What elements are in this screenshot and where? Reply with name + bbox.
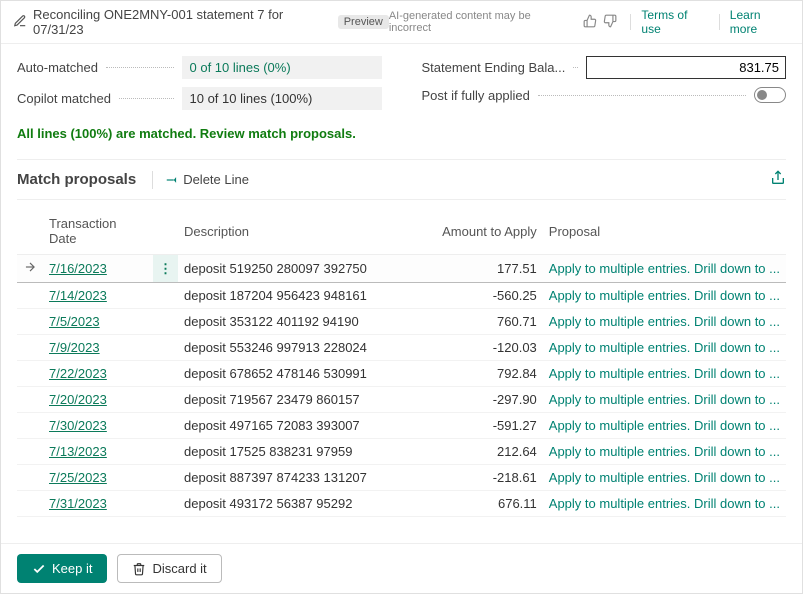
thumbs-down-icon[interactable] xyxy=(603,14,617,31)
share-icon[interactable] xyxy=(770,170,786,189)
check-icon xyxy=(32,562,46,576)
table-row[interactable]: 7/31/2023 deposit 493172 56387 95292676.1… xyxy=(17,491,786,517)
transaction-date-link[interactable]: 7/16/2023 xyxy=(49,261,107,276)
titlebar: Reconciling ONE2MNY-001 statement 7 for … xyxy=(1,1,802,44)
amount-cell: 212.64 xyxy=(423,439,543,465)
transaction-date-link[interactable]: 7/13/2023 xyxy=(49,444,107,459)
col-date[interactable]: Transaction Date xyxy=(43,208,153,255)
delete-line-icon xyxy=(165,173,179,187)
post-toggle[interactable] xyxy=(754,87,786,103)
transaction-date-link[interactable]: 7/30/2023 xyxy=(49,418,107,433)
amount-cell: -218.61 xyxy=(423,465,543,491)
transaction-date-link[interactable]: 7/5/2023 xyxy=(49,314,100,329)
learn-more-link[interactable]: Learn more xyxy=(730,8,790,36)
description-cell: deposit 553246 997913 228024 xyxy=(178,335,423,361)
proposal-link[interactable]: Apply to multiple entries. Drill down to… xyxy=(543,335,786,361)
proposal-link[interactable]: Apply to multiple entries. Drill down to… xyxy=(543,465,786,491)
pencil-icon xyxy=(13,14,27,31)
copilot-matched-value: 10 of 10 lines (100%) xyxy=(182,87,382,110)
auto-matched-value: 0 of 10 lines (0%) xyxy=(182,56,382,79)
transaction-date-link[interactable]: 7/22/2023 xyxy=(49,366,107,381)
window: Reconciling ONE2MNY-001 statement 7 for … xyxy=(0,0,803,594)
auto-matched-label: Auto-matched xyxy=(17,60,98,75)
proposal-link[interactable]: Apply to multiple entries. Drill down to… xyxy=(543,387,786,413)
section-header: Match proposals Delete Line xyxy=(17,159,786,200)
keep-label: Keep it xyxy=(52,561,92,576)
discard-label: Discard it xyxy=(152,561,206,576)
description-cell: deposit 719567 23479 860157 xyxy=(178,387,423,413)
transaction-date-link[interactable]: 7/20/2023 xyxy=(49,392,107,407)
thumbs-up-icon[interactable] xyxy=(583,14,597,31)
proposal-link[interactable]: Apply to multiple entries. Drill down to… xyxy=(543,255,786,283)
amount-cell: -591.27 xyxy=(423,413,543,439)
transaction-date-link[interactable]: 7/9/2023 xyxy=(49,340,100,355)
table-row[interactable]: 7/9/2023 deposit 553246 997913 228024-120… xyxy=(17,335,786,361)
description-cell: deposit 887397 874233 131207 xyxy=(178,465,423,491)
proposal-link[interactable]: Apply to multiple entries. Drill down to… xyxy=(543,439,786,465)
preview-badge: Preview xyxy=(338,15,389,29)
table-row[interactable]: 7/14/2023 deposit 187204 956423 948161-56… xyxy=(17,283,786,309)
amount-cell: -560.25 xyxy=(423,283,543,309)
copilot-matched-label: Copilot matched xyxy=(17,91,111,106)
amount-cell: 177.51 xyxy=(423,255,543,283)
amount-cell: -297.90 xyxy=(423,387,543,413)
proposal-link[interactable]: Apply to multiple entries. Drill down to… xyxy=(543,413,786,439)
table-row[interactable]: 7/20/2023 deposit 719567 23479 860157-297… xyxy=(17,387,786,413)
table: Transaction Date Description Amount to A… xyxy=(17,208,786,535)
footer: Keep it Discard it xyxy=(1,543,802,593)
col-proposal[interactable]: Proposal xyxy=(543,208,786,255)
description-cell: deposit 187204 956423 948161 xyxy=(178,283,423,309)
proposal-link[interactable]: Apply to multiple entries. Drill down to… xyxy=(543,361,786,387)
amount-cell: -120.03 xyxy=(423,335,543,361)
amount-cell: 760.71 xyxy=(423,309,543,335)
description-cell: deposit 493172 56387 95292 xyxy=(178,491,423,517)
proposal-link[interactable]: Apply to multiple entries. Drill down to… xyxy=(543,283,786,309)
delete-line-button[interactable]: Delete Line xyxy=(165,172,249,187)
arrow-right-icon xyxy=(23,260,37,274)
body: Auto-matched 0 of 10 lines (0%) Copilot … xyxy=(1,44,802,543)
description-cell: deposit 678652 478146 530991 xyxy=(178,361,423,387)
section-title: Match proposals xyxy=(17,171,136,188)
description-cell: deposit 353122 401192 94190 xyxy=(178,309,423,335)
description-cell: deposit 497165 72083 393007 xyxy=(178,413,423,439)
row-menu-button[interactable]: ⋮ xyxy=(153,255,178,283)
discard-button[interactable]: Discard it xyxy=(117,554,221,583)
description-cell: deposit 17525 838231 97959 xyxy=(178,439,423,465)
col-desc[interactable]: Description xyxy=(178,208,423,255)
table-row[interactable]: 7/13/2023 deposit 17525 838231 97959212.6… xyxy=(17,439,786,465)
proposal-link[interactable]: Apply to multiple entries. Drill down to… xyxy=(543,309,786,335)
window-title: Reconciling ONE2MNY-001 statement 7 for … xyxy=(33,7,332,37)
ending-balance-label: Statement Ending Bala... xyxy=(422,60,566,75)
trash-icon xyxy=(132,562,146,576)
table-row[interactable]: 7/25/2023 deposit 887397 874233 131207-21… xyxy=(17,465,786,491)
amount-cell: 792.84 xyxy=(423,361,543,387)
ai-disclaimer: AI-generated content may be incorrect xyxy=(389,10,573,34)
terms-link[interactable]: Terms of use xyxy=(641,8,708,36)
transaction-date-link[interactable]: 7/31/2023 xyxy=(49,496,107,511)
transaction-date-link[interactable]: 7/25/2023 xyxy=(49,470,107,485)
post-label: Post if fully applied xyxy=(422,88,530,103)
proposal-link[interactable]: Apply to multiple entries. Drill down to… xyxy=(543,491,786,517)
table-row[interactable]: 7/22/2023 deposit 678652 478146 530991792… xyxy=(17,361,786,387)
keep-button[interactable]: Keep it xyxy=(17,554,107,583)
amount-cell: 676.11 xyxy=(423,491,543,517)
table-row[interactable]: 7/5/2023 deposit 353122 401192 94190760.7… xyxy=(17,309,786,335)
status-message: All lines (100%) are matched. Review mat… xyxy=(17,126,786,141)
ending-balance-input[interactable] xyxy=(586,56,786,79)
table-row[interactable]: 7/16/2023 ⋮deposit 519250 280097 39275017… xyxy=(17,255,786,283)
description-cell: deposit 519250 280097 392750 xyxy=(178,255,423,283)
delete-line-label: Delete Line xyxy=(183,172,249,187)
table-row[interactable]: 7/30/2023 deposit 497165 72083 393007-591… xyxy=(17,413,786,439)
col-amount[interactable]: Amount to Apply xyxy=(423,208,543,255)
summary: Auto-matched 0 of 10 lines (0%) Copilot … xyxy=(17,56,786,118)
transaction-date-link[interactable]: 7/14/2023 xyxy=(49,288,107,303)
